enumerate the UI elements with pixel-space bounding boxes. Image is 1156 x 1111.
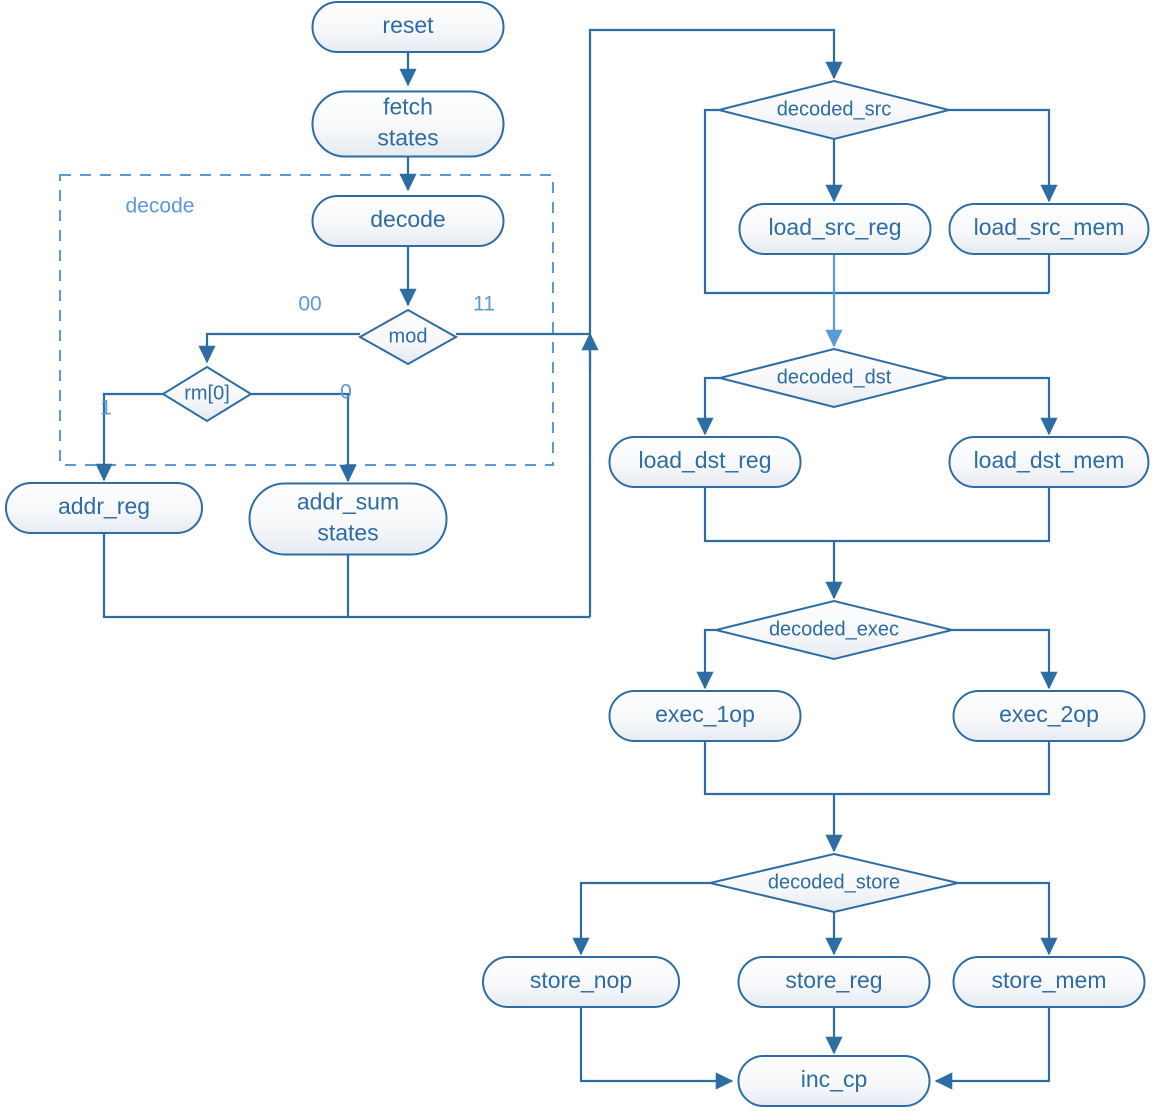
edge-decoded-exec-to-2op (952, 628, 1058, 690)
edge-mod-00-to-rm0 (198, 332, 360, 364)
edges-layer (95, 28, 1058, 1090)
node-decoded_dst[interactable]: decoded_dst (719, 347, 949, 409)
node-load_dst_mem[interactable]: load_dst_mem (948, 436, 1150, 488)
edge-decoded-exec-to-1op (696, 628, 716, 690)
node-label-store_reg: store_reg (785, 967, 882, 993)
edge-decoded-dst-to-dst-reg (696, 376, 720, 436)
node-decoded_src[interactable]: decoded_src (718, 79, 950, 141)
node-label-addr_reg: addr_reg (58, 493, 150, 519)
edge-dst-reg-to-merge (703, 487, 1051, 543)
node-store_nop[interactable]: store_nop (482, 956, 680, 1008)
node-decoded_exec[interactable]: decoded_exec (715, 599, 953, 661)
flowchart-canvas: decode reset fetch states decode mod rm[0] add… (0, 0, 1156, 1111)
nodes-layer: reset fetch states decode mod rm[0] addr_reg ad… (5, 1, 1150, 1107)
node-label-decoded_dst: decoded_dst (777, 366, 892, 388)
edge-mem-to-inc-cp (934, 1007, 1051, 1090)
node-label-exec_2op: exec_2op (999, 701, 1099, 727)
node-label-load_src_mem: load_src_mem (974, 214, 1125, 240)
node-label-load_src_reg: load_src_reg (769, 214, 902, 240)
node-label-addr_sum: states (317, 520, 378, 546)
node-label-decoded_exec: decoded_exec (769, 618, 899, 640)
node-store_reg[interactable]: store_reg (737, 956, 931, 1008)
node-label-inc_cp: inc_cp (801, 1066, 867, 1092)
edge-store-to-nop (572, 881, 710, 956)
node-load_dst_reg[interactable]: load_dst_reg (608, 436, 802, 488)
node-exec_1op[interactable]: exec_1op (608, 690, 802, 742)
edge-label-rm0-0: 0 (340, 381, 352, 404)
edge-decoded-src-bypass (703, 108, 1049, 295)
node-decoded_store[interactable]: decoded_store (709, 852, 959, 914)
node-label-store_nop: store_nop (530, 967, 632, 993)
node-label-rm0: rm[0] (184, 382, 230, 404)
edge-label-mod-11: 11 (473, 293, 495, 316)
node-rm0[interactable]: rm[0] (161, 365, 253, 423)
edge-label-rm0-1: 1 (100, 397, 112, 420)
edge-rm0-0-to-addr-sum (251, 392, 357, 483)
node-label-decode: decode (370, 206, 445, 232)
node-inc_cp[interactable]: inc_cp (737, 1055, 931, 1107)
group-label-decode-group: decode (126, 195, 195, 218)
edge-nop-to-inc-cp (579, 1007, 734, 1090)
node-load_src_mem[interactable]: load_src_mem (948, 203, 1150, 255)
node-addr_reg[interactable]: addr_reg (5, 482, 203, 534)
flowchart-svg: decode reset fetch states decode mod rm[0] add… (5, 1, 1150, 1107)
edge-rm0-1-to-addr-reg (95, 392, 163, 482)
node-label-exec_1op: exec_1op (655, 701, 755, 727)
node-load_src_reg[interactable]: load_src_reg (738, 203, 932, 255)
node-label-addr_sum: addr_sum (297, 489, 399, 515)
edge-decoded-dst-to-dst-mem (948, 376, 1058, 436)
edge-labels-layer: 00 1110 (100, 293, 495, 420)
node-label-decoded_src: decoded_src (777, 98, 892, 120)
node-decode[interactable]: decode (311, 195, 505, 247)
node-store_mem[interactable]: store_mem (952, 956, 1146, 1008)
node-mod[interactable]: mod (357, 308, 459, 366)
node-fetch[interactable]: fetch states (311, 90, 505, 158)
edge-decoded-src-to-src-mem (949, 108, 1058, 203)
edge-label-mod-00: 00 (298, 293, 321, 316)
edge-exec-to-merge (703, 741, 1051, 796)
node-reset[interactable]: reset (311, 1, 505, 53)
node-exec_2op[interactable]: exec_2op (952, 690, 1146, 742)
node-label-load_dst_mem: load_dst_mem (974, 447, 1125, 473)
node-label-store_mem: store_mem (991, 967, 1106, 993)
node-label-fetch: fetch (383, 94, 433, 120)
node-label-load_dst_reg: load_dst_reg (639, 447, 772, 473)
edge-store-to-mem (958, 881, 1058, 956)
node-label-fetch: states (377, 125, 438, 151)
node-addr_sum[interactable]: addr_sumstates (248, 482, 448, 556)
node-label-reset: reset (382, 12, 434, 38)
node-label-mod: mod (389, 325, 428, 347)
node-label-decoded_store: decoded_store (768, 871, 900, 893)
